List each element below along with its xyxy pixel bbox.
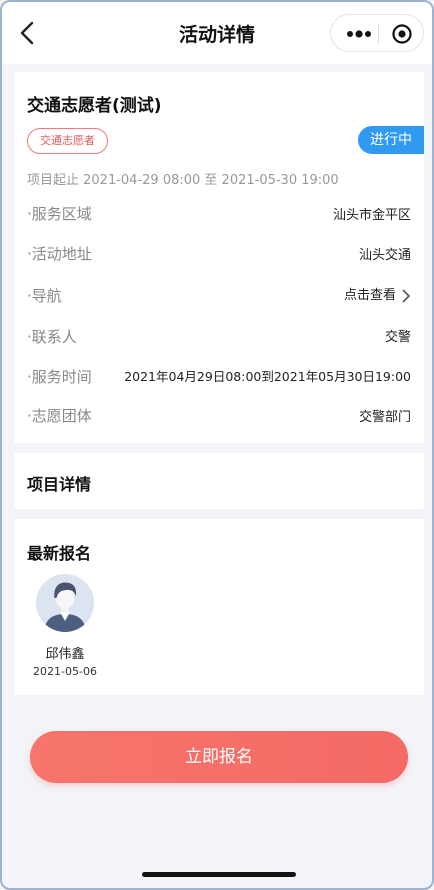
user-name: 邱伟鑫 (45, 647, 85, 662)
more-dots-icon[interactable] (346, 27, 372, 41)
project-details-card: 项目详情 (14, 453, 424, 509)
user-avatar-icon[interactable] (36, 574, 94, 632)
home-indicator (142, 872, 296, 877)
chevron-right-icon (402, 289, 410, 302)
navigation-link[interactable]: 点击查看 (344, 284, 411, 303)
mini-program-capsule (330, 14, 424, 52)
service-time-value: 2021年04月29日08:00到2021年05月30日19:00 (124, 369, 411, 384)
category-tag: 交通志愿者 (27, 128, 108, 154)
contact-value: 交警 (384, 330, 411, 345)
capsule-divider (378, 24, 379, 44)
navigation-label: ·导航 (27, 287, 62, 305)
event-period: 项目起止 2021-04-29 08:00 至 2021-05-30 19:00 (27, 173, 339, 188)
address-value: 汕头交通 (358, 248, 411, 263)
latest-signups-card: 最新报名 邱伟鑫 2021-05-06 (14, 519, 424, 695)
contact-label: ·联系人 (27, 328, 77, 346)
service-time-label: ·服务时间 (27, 368, 92, 386)
volunteer-group-value: 交警部门 (358, 410, 411, 425)
app-frame: 活动详情 交通志愿者(测试) 交通志愿者 进行中 项目起止 2021-04-29… (0, 0, 434, 890)
event-title: 交通志愿者(测试) (27, 96, 162, 116)
volunteer-group-label: ·志愿团体 (27, 407, 92, 425)
latest-signups-title: 最新报名 (27, 544, 92, 563)
avatar-illustration (36, 574, 94, 632)
nav-bar: 活动详情 (2, 2, 432, 64)
event-info-card: 交通志愿者(测试) 交通志愿者 进行中 项目起止 2021-04-29 08:0… (14, 72, 424, 443)
signup-button[interactable]: 立即报名 (30, 731, 408, 783)
signup-date: 2021-05-06 (33, 665, 97, 678)
service-area-value: 汕头市金平区 (332, 208, 411, 223)
status-badge: 进行中 (358, 126, 424, 154)
project-details-title: 项目详情 (27, 475, 92, 494)
address-label: ·活动地址 (27, 245, 92, 263)
target-close-icon[interactable] (391, 23, 413, 45)
service-area-label: ·服务区域 (27, 205, 92, 223)
navigation-link-text: 点击查看 (343, 288, 396, 303)
